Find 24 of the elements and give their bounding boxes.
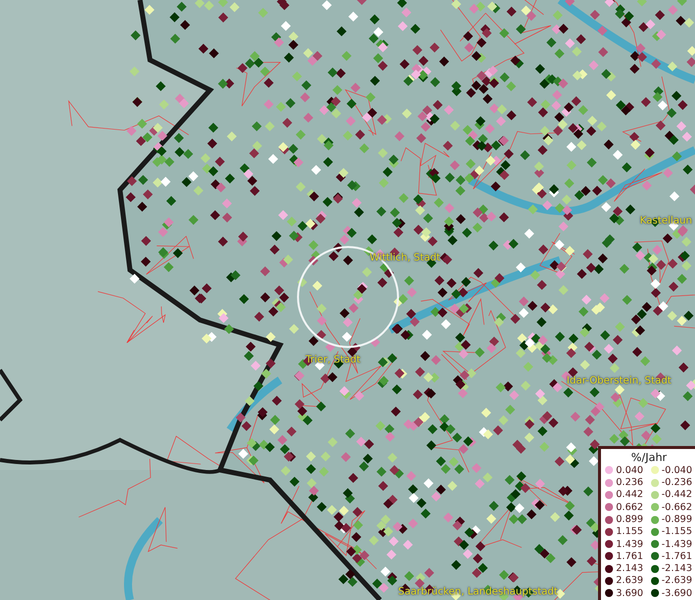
legend-value: -2.639 [662,575,693,587]
legend-value: -1.155 [662,526,693,538]
legend-value: -0.662 [662,502,693,513]
legend-value: -0.236 [662,477,693,488]
legend-value: -1.439 [662,538,693,550]
legend-value: 0.442 [616,489,644,501]
legend-value: 0.040 [616,464,644,476]
legend-value: 1.155 [616,526,644,538]
legend-value: 2.143 [616,563,644,574]
legend-value: 1.761 [616,550,644,562]
legend-title: %/Jahr [630,450,668,464]
legend-value: 0.662 [616,502,644,513]
legend-value: 0.899 [616,514,644,526]
legend-value: -0.442 [662,489,693,501]
legend-value: -1.761 [662,550,693,562]
legend-value: 0.236 [616,477,644,488]
place-label: Idar-Oberstein, Stadt [566,376,672,386]
legend-value: -2.143 [662,563,693,574]
legend-value: -0.040 [662,464,693,476]
legend-value: 1.439 [616,538,644,550]
legend-value: 2.639 [616,575,644,587]
legend-value: 3.690 [616,588,644,599]
legend-value: -0.899 [662,514,693,526]
legend-value: -3.690 [662,588,693,599]
